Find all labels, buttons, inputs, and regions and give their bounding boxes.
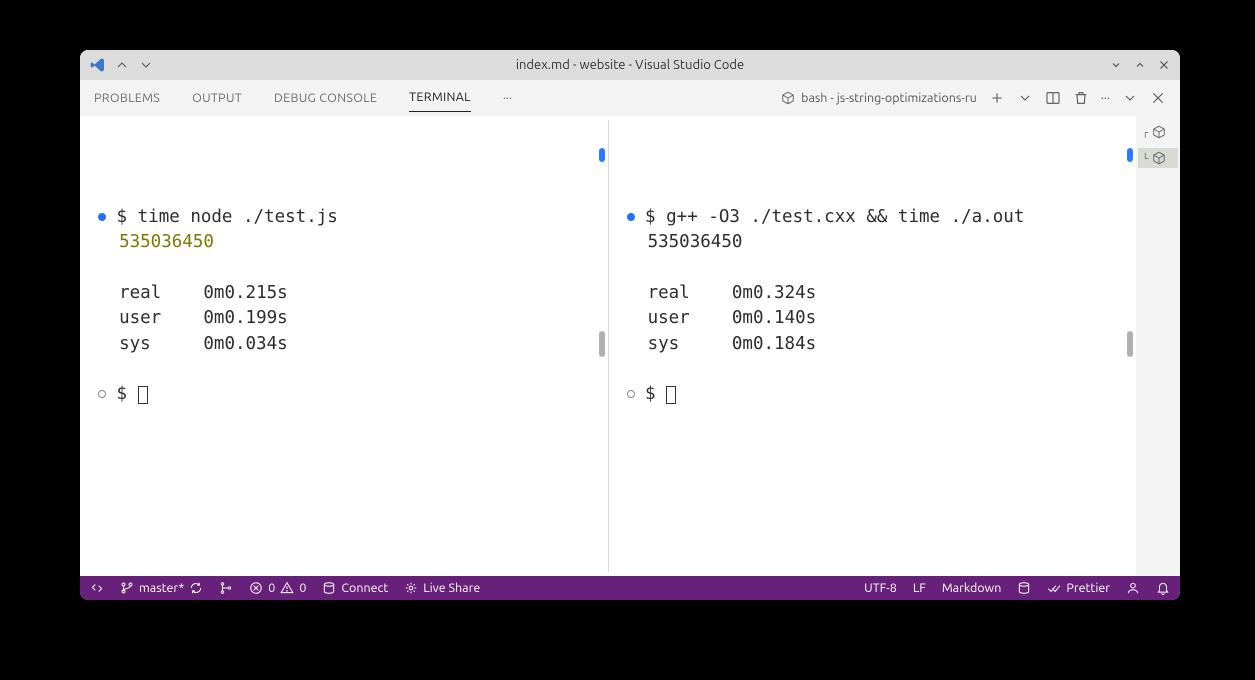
right-command: g++ -O3 ./test.cxx && time ./a.out [666, 207, 1024, 227]
problems-item[interactable]: 0 0 [249, 581, 306, 595]
prompt-idle-dot-icon [627, 390, 635, 398]
terminal-thumb-2[interactable]: └ [1138, 148, 1178, 168]
terminal-tab-selector[interactable]: bash - js-string-optimizations-ru [781, 91, 977, 105]
scroll-marker-icon [599, 148, 605, 162]
time-sys-label: sys [648, 334, 680, 354]
right-output: 535036450 [648, 232, 743, 252]
terminal-thumb-1[interactable]: ┌ [1138, 122, 1178, 142]
terminal-pane-left[interactable]: $ time node ./test.js 535036450 real 0m0… [80, 116, 608, 576]
connect-label: Connect [341, 581, 388, 595]
scroll-marker-icon [1127, 148, 1133, 162]
database-icon [1017, 581, 1031, 595]
prompt-active-dot-icon [627, 213, 635, 221]
panel-tabs-bar: PROBLEMS OUTPUT DEBUG CONSOLE TERMINAL ·… [80, 80, 1180, 116]
prettier-label: Prettier [1066, 581, 1110, 595]
cursor-icon [666, 386, 676, 404]
git-branch-icon [120, 581, 134, 595]
time-real-label: real [119, 283, 161, 303]
menu-chevron-down-icon[interactable] [138, 57, 154, 73]
sync-icon [189, 581, 203, 595]
git-graph-item[interactable] [219, 581, 233, 595]
right-user: 0m0.140s [732, 308, 816, 328]
bell-icon [1156, 581, 1170, 595]
prettier-item[interactable]: Prettier [1047, 581, 1110, 595]
time-real-label: real [648, 283, 690, 303]
left-user: 0m0.199s [203, 308, 287, 328]
menu-chevron-up-icon[interactable] [114, 57, 130, 73]
terminal-content: $ time node ./test.js 535036450 real 0m0… [80, 116, 1180, 576]
tab-terminal[interactable]: TERMINAL [409, 83, 471, 112]
person-icon [1126, 581, 1140, 595]
language-item[interactable]: Markdown [942, 581, 1002, 595]
statusbar: master* 0 0 Connect Live Share UTF-8 LF … [80, 576, 1180, 600]
prompt-symbol: $ [645, 384, 656, 404]
remote-icon [90, 581, 104, 595]
delete-terminal-button[interactable] [1073, 90, 1089, 106]
terminal-dropdown-icon[interactable] [1017, 90, 1033, 106]
prompt-idle-dot-icon [98, 390, 106, 398]
window-chevron-down-icon[interactable] [1110, 59, 1122, 71]
prompt-symbol: $ [117, 384, 128, 404]
tree-branch-icon: └ [1142, 153, 1148, 163]
notifications-item[interactable] [1156, 581, 1170, 595]
panel-close-icon[interactable] [1150, 90, 1166, 106]
left-sys: 0m0.034s [203, 334, 287, 354]
right-real: 0m0.324s [732, 283, 816, 303]
prompt-active-dot-icon [98, 213, 106, 221]
encoding-item[interactable]: UTF-8 [864, 581, 897, 595]
connect-item[interactable]: Connect [322, 581, 388, 595]
right-sys: 0m0.184s [732, 334, 816, 354]
window-chevron-up-icon[interactable] [1134, 59, 1146, 71]
live-share-label: Live Share [423, 581, 480, 595]
error-count: 0 [268, 581, 275, 595]
cursor-icon [138, 386, 148, 404]
tree-branch-icon: ┌ [1142, 127, 1148, 137]
time-sys-label: sys [119, 334, 151, 354]
time-user-label: user [119, 308, 161, 328]
terminal-cube-icon [1152, 125, 1166, 139]
new-terminal-button[interactable] [989, 90, 1005, 106]
scrollbar-thumb[interactable] [599, 331, 605, 357]
eol-item[interactable]: LF [913, 581, 926, 595]
git-branch-item[interactable]: master* [120, 581, 203, 595]
git-graph-icon [219, 581, 233, 595]
prompt-symbol: $ [117, 207, 128, 227]
terminal-shell-icon [781, 91, 795, 105]
check-double-icon [1047, 581, 1061, 595]
warning-icon [280, 581, 294, 595]
scrollbar-thumb[interactable] [1127, 331, 1133, 357]
terminal-pane-right[interactable]: $ g++ -O3 ./test.cxx && time ./a.out 535… [609, 116, 1137, 576]
database-icon [322, 581, 336, 595]
prompt-symbol: $ [645, 207, 656, 227]
remote-indicator[interactable] [90, 581, 104, 595]
warning-count: 0 [299, 581, 306, 595]
left-real: 0m0.215s [203, 283, 287, 303]
error-icon [249, 581, 263, 595]
vscode-window: index.md - website - Visual Studio Code … [80, 50, 1180, 600]
left-command: time node ./test.js [138, 207, 338, 227]
branch-name: master* [139, 581, 184, 595]
terminal-tabs-gutter: ┌ └ [1136, 116, 1180, 576]
terminal-overflow-icon[interactable]: ··· [1101, 91, 1110, 105]
window-close-icon[interactable] [1158, 59, 1170, 71]
window-title: index.md - website - Visual Studio Code [80, 58, 1180, 72]
feedback-item[interactable] [1126, 581, 1140, 595]
panel-overflow-icon[interactable]: ··· [503, 91, 512, 105]
panel-chevron-down-icon[interactable] [1122, 90, 1138, 106]
live-share-icon [404, 581, 418, 595]
tab-problems[interactable]: PROBLEMS [94, 84, 160, 112]
terminal-tab-label: bash - js-string-optimizations-ru [801, 91, 977, 105]
live-share-item[interactable]: Live Share [404, 581, 480, 595]
left-output: 535036450 [119, 232, 214, 252]
tab-debug-console[interactable]: DEBUG CONSOLE [274, 84, 377, 112]
titlebar: index.md - website - Visual Studio Code [80, 50, 1180, 80]
tab-output[interactable]: OUTPUT [192, 84, 242, 112]
time-user-label: user [648, 308, 690, 328]
terminal-cube-icon [1152, 151, 1166, 165]
database-right-item[interactable] [1017, 581, 1031, 595]
vscode-logo-icon [90, 57, 106, 73]
split-terminal-button[interactable] [1045, 90, 1061, 106]
